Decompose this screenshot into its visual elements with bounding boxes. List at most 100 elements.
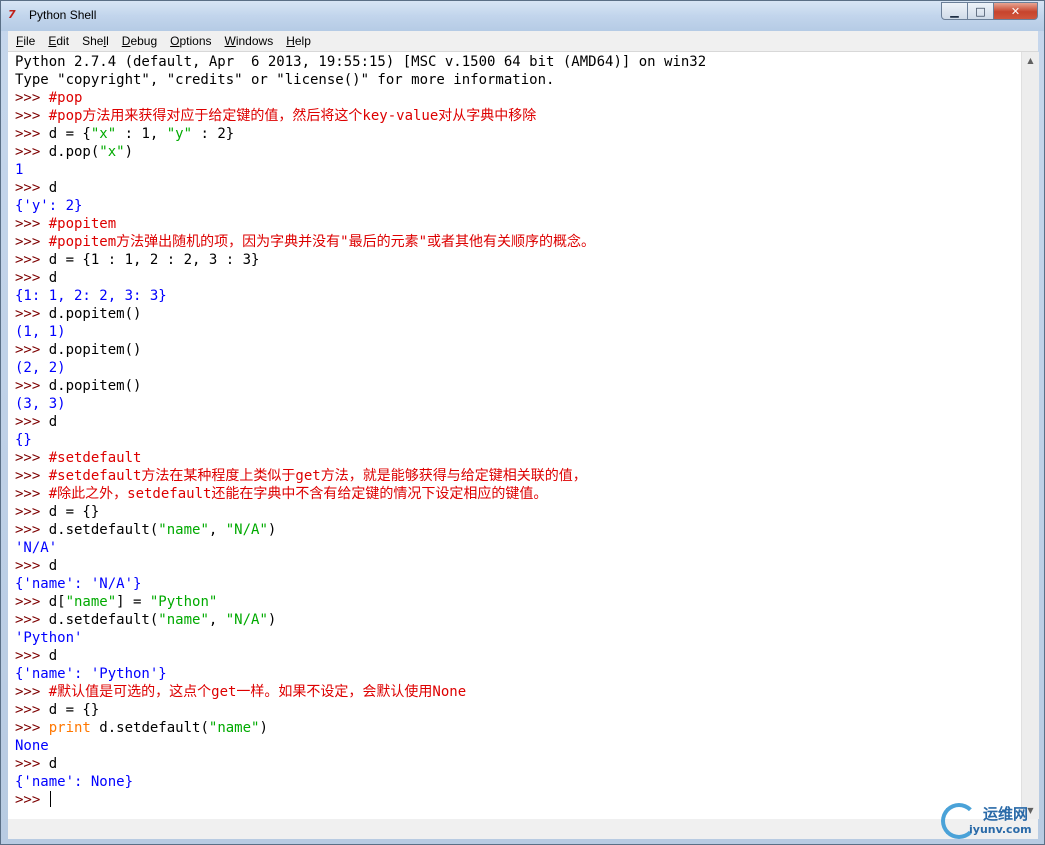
shell-line: (2, 2) xyxy=(15,359,706,377)
shell-text: d.pop( xyxy=(48,144,100,160)
shell-text: ) xyxy=(124,144,134,160)
shell-text: "name" xyxy=(158,612,209,628)
shell-text: 1 xyxy=(15,162,24,178)
shell-line: >>> d = {} xyxy=(15,503,706,521)
shell-text: "N/A" xyxy=(225,522,268,538)
shell-prompt: >>> xyxy=(15,684,49,700)
shell-prompt: >>> xyxy=(15,270,49,286)
shell-text-area[interactable]: Python 2.7.4 (default, Apr 6 2013, 19:55… xyxy=(8,52,1021,819)
menu-item-shell[interactable]: Shell xyxy=(74,34,114,48)
shell-prompt: >>> xyxy=(15,144,49,160)
menu-label-accelerator: W xyxy=(224,34,236,48)
shell-text: {1: 1, 2: 2, 3: 3} xyxy=(15,288,167,304)
menu-label-accelerator: H xyxy=(286,34,295,48)
shell-text: "name" xyxy=(208,720,260,736)
shell-line: (3, 3) xyxy=(15,395,706,413)
shell-text: d.popitem() xyxy=(48,378,142,394)
shell-text: #pop方法用来获得对应于给定键的值，然后将这个key-value对从字典中移除 xyxy=(48,108,537,124)
shell-prompt: >>> xyxy=(15,720,49,736)
close-button[interactable]: ✕ xyxy=(994,2,1038,20)
menu-item-debug[interactable]: Debug xyxy=(114,34,162,48)
shell-text: d = {1 : 1, 2 : 2, 3 : 3} xyxy=(48,252,260,268)
shell-line: {} xyxy=(15,431,706,449)
shell-text: d xyxy=(48,648,58,664)
shell-prompt: >>> xyxy=(15,414,49,430)
shell-prompt: >>> xyxy=(15,450,49,466)
shell-line: >>> d = {} xyxy=(15,701,706,719)
menu-label-post: dit xyxy=(56,34,70,48)
shell-prompt: >>> xyxy=(15,342,49,358)
text-cursor xyxy=(49,791,51,807)
shell-prompt: >>> xyxy=(15,648,49,664)
shell-line: >>> d["name"] = "Python" xyxy=(15,593,706,611)
shell-prompt: >>> xyxy=(15,126,49,142)
shell-prompt: >>> xyxy=(15,522,49,538)
shell-prompt: >>> xyxy=(15,378,49,394)
shell-line: >>> xyxy=(15,791,706,809)
shell-prompt: >>> xyxy=(15,702,49,718)
shell-text: (1, 1) xyxy=(15,324,66,340)
shell-prompt: >>> xyxy=(15,594,49,610)
shell-prompt: >>> xyxy=(15,108,49,124)
menu-item-file[interactable]: File xyxy=(8,34,40,48)
shell-text: d xyxy=(48,756,58,772)
shell-line: >>> #pop xyxy=(15,89,706,107)
shell-line: >>> d xyxy=(15,647,706,665)
shell-prompt: >>> xyxy=(15,90,49,106)
maximize-button[interactable]: □ xyxy=(968,2,994,20)
shell-text: d = {} xyxy=(48,702,100,718)
shell-prompt: >>> xyxy=(15,504,49,520)
shell-line: 1 xyxy=(15,161,706,179)
shell-text: "Python" xyxy=(149,594,218,610)
title-bar[interactable]: 7 Python Shell ▁ □ ✕ xyxy=(1,1,1044,31)
shell-text: "name" xyxy=(65,594,117,610)
shell-text: {'name': None} xyxy=(15,774,134,790)
vertical-scrollbar[interactable]: ▲ ▼ xyxy=(1021,52,1039,819)
shell-line: >>> d.popitem() xyxy=(15,305,706,323)
shell-text: "x" xyxy=(90,126,117,142)
shell-text: d xyxy=(48,180,58,196)
shell-line: >>> #pop方法用来获得对应于给定键的值，然后将这个key-value对从字… xyxy=(15,107,706,125)
minimize-button[interactable]: ▁ xyxy=(941,2,968,20)
shell-text: ) xyxy=(267,522,277,538)
shell-text: ] = xyxy=(116,594,150,610)
menu-item-help[interactable]: Help xyxy=(278,34,316,48)
shell-line: >>> print d.setdefault("name") xyxy=(15,719,706,737)
shell-line: None xyxy=(15,737,706,755)
window-controls: ▁ □ ✕ xyxy=(941,2,1038,21)
scroll-up-arrow-icon[interactable]: ▲ xyxy=(1022,52,1039,69)
shell-line: Type "copyright", "credits" or "license(… xyxy=(15,71,706,89)
shell-text: #pop xyxy=(48,90,83,106)
shell-text: print xyxy=(48,720,91,736)
shell-prompt: >>> xyxy=(15,792,49,808)
shell-text: #setdefault xyxy=(48,450,142,466)
shell-line: >>> d = {"x" : 1, "y" : 2} xyxy=(15,125,706,143)
shell-line: {'y': 2} xyxy=(15,197,706,215)
shell-text: "N/A" xyxy=(225,612,268,628)
status-bar xyxy=(8,819,1038,839)
shell-line: 'Python' xyxy=(15,629,706,647)
menu-item-windows[interactable]: Windows xyxy=(217,34,279,48)
menu-label-post: ile xyxy=(23,34,36,48)
shell-text: #popitem xyxy=(48,216,117,232)
menu-label-post: indows xyxy=(235,34,274,48)
shell-output: Python 2.7.4 (default, Apr 6 2013, 19:55… xyxy=(15,53,706,809)
shell-text: d.popitem() xyxy=(48,342,142,358)
shell-prompt: >>> xyxy=(15,216,49,232)
shell-text: "y" xyxy=(166,126,193,142)
menu-item-options[interactable]: Options xyxy=(162,34,216,48)
shell-text: "name" xyxy=(158,522,209,538)
shell-line: >>> d.setdefault("name", "N/A") xyxy=(15,521,706,539)
shell-text: d = { xyxy=(48,126,91,142)
shell-prompt: >>> xyxy=(15,486,49,502)
menu-bar: File Edit Shell Debug Options Windows Help xyxy=(8,31,1038,52)
shell-prompt: >>> xyxy=(15,180,49,196)
menu-label-post: ptions xyxy=(179,34,212,48)
menu-label-post: l xyxy=(106,34,109,48)
shell-line: >>> d xyxy=(15,179,706,197)
shell-prompt: >>> xyxy=(15,252,49,268)
shell-line: >>> #默认值是可选的，这点个get一样。如果不设定，会默认使用None xyxy=(15,683,706,701)
shell-text: (2, 2) xyxy=(15,360,66,376)
shell-text: #默认值是可选的，这点个get一样。如果不设定，会默认使用None xyxy=(48,684,467,700)
menu-item-edit[interactable]: Edit xyxy=(40,34,74,48)
